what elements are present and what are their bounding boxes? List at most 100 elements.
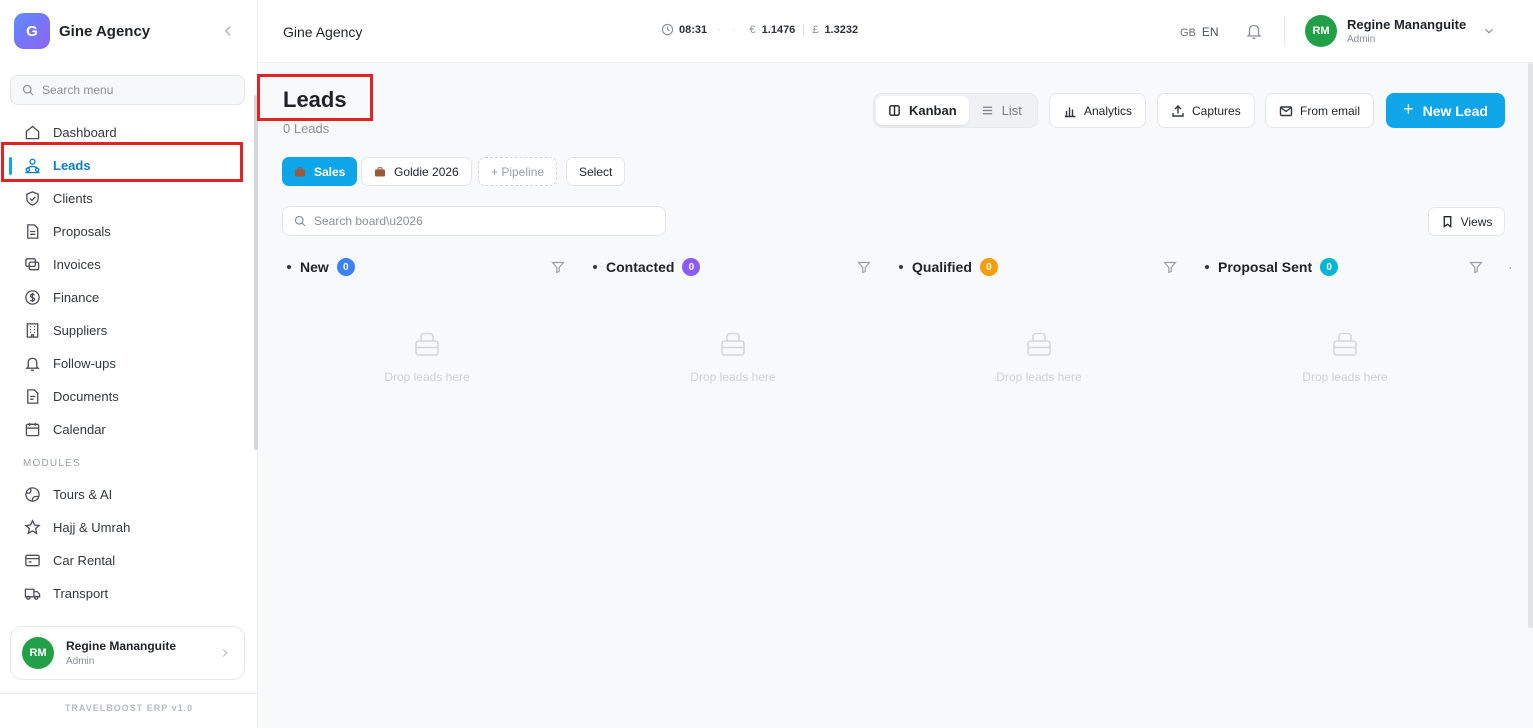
sidebar-item-finance[interactable]: Finance [0, 281, 258, 314]
avatar: RM [22, 637, 54, 669]
collapse-sidebar-icon[interactable] [219, 22, 237, 40]
column-count-badge: 0 [979, 258, 998, 276]
dollar-circle-icon [24, 289, 41, 306]
briefcase-icon [294, 166, 306, 178]
filter-icon[interactable] [1163, 260, 1177, 274]
sidebar-item-label: Dashboard [53, 125, 117, 140]
sidebar-item-label: Proposals [53, 224, 111, 239]
eur-rate: 1.1476 [761, 23, 796, 36]
from-email-label: From email [1300, 103, 1361, 118]
column-count-badge: 0 [1320, 258, 1339, 276]
search-icon [22, 84, 34, 96]
sidebar-search-input[interactable] [42, 83, 232, 97]
users-icon [24, 157, 41, 174]
empty-drop-zone: Drop leads here [384, 370, 470, 384]
add-pipeline-label: + Pipeline [491, 164, 545, 179]
inbox-icon [719, 330, 747, 358]
board-search-input[interactable] [314, 214, 654, 228]
kanban-view-button[interactable]: Kanban [876, 96, 969, 125]
sidebar-menu: Dashboard Leads Clients Proposals Invoic… [0, 116, 258, 610]
sidebar-item-dashboard[interactable]: Dashboard [0, 116, 258, 149]
column-bullet [1205, 265, 1209, 269]
empty-drop-zone: Drop leads here [996, 370, 1082, 384]
brand-name: Gine Agency [59, 22, 151, 40]
sidebar-item-proposals[interactable]: Proposals [0, 215, 258, 248]
star-icon [24, 519, 41, 536]
next-column-bullet: · [1508, 259, 1513, 275]
new-lead-label: New Lead [1422, 102, 1488, 119]
sidebar-item-clients[interactable]: Clients [0, 182, 258, 215]
sidebar-item-tours-ai[interactable]: Tours & AI [0, 478, 258, 511]
brand-logo: G [14, 13, 50, 49]
select-button[interactable]: Select [566, 157, 626, 186]
empty-drop-zone: Drop leads here [1302, 370, 1388, 384]
sidebar-item-invoices[interactable]: Invoices [0, 248, 258, 281]
filter-icon[interactable] [551, 260, 565, 274]
sidebar-item-suppliers[interactable]: Suppliers [0, 314, 258, 347]
app-version: TRAVELBOOST ERP v1.0 [64, 703, 194, 713]
language-switcher[interactable]: GB EN [1180, 25, 1219, 39]
page-scrollbar[interactable] [1528, 63, 1533, 628]
kanban-column-qualified[interactable]: Qualified 0 Drop leads here [894, 255, 1184, 405]
sidebar-item-label: Car Rental [53, 553, 116, 568]
mail-icon [1279, 104, 1293, 118]
filter-icon[interactable] [857, 260, 871, 274]
search-icon [294, 215, 306, 227]
pipeline-tab-sales[interactable]: Sales [282, 157, 358, 186]
filter-icon[interactable] [1469, 260, 1483, 274]
sidebar-item-label: Leads [53, 158, 91, 173]
add-pipeline-button[interactable]: + Pipeline [478, 157, 558, 186]
bell-icon [24, 355, 41, 372]
column-header: New 0 [282, 255, 572, 279]
plus-icon: + [1403, 99, 1414, 119]
sidebar-item-follow-ups[interactable]: Follow-ups [0, 347, 258, 380]
sidebar-item-label: Follow-ups [53, 356, 116, 371]
kanban-column-contacted[interactable]: Contacted 0 Drop leads here [588, 255, 878, 405]
pipeline-tab-goldie-2026[interactable]: Goldie 2026 [361, 157, 472, 186]
card-icon [24, 552, 41, 569]
board-search[interactable] [282, 206, 666, 236]
sidebar-user-card[interactable]: RM Regine Mananguite Admin [10, 626, 245, 680]
brand[interactable]: G Gine Agency [14, 13, 150, 49]
sidebar-item-label: Clients [53, 191, 93, 206]
ticker-dots: · · [717, 23, 740, 36]
new-lead-button[interactable]: + New Lead [1386, 93, 1505, 128]
sidebar-item-calendar[interactable]: Calendar [0, 413, 258, 446]
document-icon [24, 388, 41, 405]
kanban-column-proposal-sent[interactable]: Proposal Sent 0 Drop leads here [1200, 255, 1490, 405]
user-menu[interactable]: RM Regine Mananguite Admin [1305, 15, 1493, 47]
column-name: Contacted [606, 259, 675, 275]
sidebar-item-car-rental[interactable]: Car Rental [0, 544, 258, 577]
list-view-button[interactable]: List [969, 96, 1034, 125]
sidebar-item-documents[interactable]: Documents [0, 380, 258, 413]
eur-symbol: € [749, 23, 756, 36]
captures-button[interactable]: Captures [1157, 93, 1255, 128]
briefcase-icon [374, 166, 386, 178]
pipeline-label: Sales [314, 164, 346, 179]
sidebar-search[interactable] [10, 75, 245, 105]
sidebar-scrollbar[interactable] [254, 95, 258, 450]
sidebar-item-hajj-umrah[interactable]: Hajj & Umrah [0, 511, 258, 544]
view-toggle: Kanban List [873, 93, 1038, 128]
inbox-icon [1331, 330, 1359, 358]
calendar-icon [24, 421, 41, 438]
analytics-button[interactable]: Analytics [1049, 93, 1147, 128]
empty-drop-zone: Drop leads here [690, 370, 776, 384]
from-email-button[interactable]: From email [1265, 93, 1375, 128]
divider [0, 693, 258, 694]
notification-bell-icon[interactable] [1245, 22, 1263, 40]
building-icon [24, 322, 41, 339]
sidebar-item-label: Transport [53, 586, 109, 601]
sidebar-item-label: Finance [53, 290, 100, 305]
sidebar-item-leads[interactable]: Leads [0, 149, 258, 182]
copy-icon [24, 256, 41, 273]
workspace-title: Gine Agency [283, 24, 363, 40]
views-label: Views [1460, 214, 1493, 229]
views-button[interactable]: Views [1428, 207, 1505, 236]
sidebar-item-transport[interactable]: Transport [0, 577, 258, 610]
column-header: Proposal Sent 0 [1200, 255, 1490, 279]
clock-time: 08:31 [679, 23, 708, 36]
user-role: Admin [66, 656, 95, 667]
pipeline-label: Goldie 2026 [394, 164, 459, 179]
kanban-column-new[interactable]: New 0 Drop leads here [282, 255, 572, 405]
